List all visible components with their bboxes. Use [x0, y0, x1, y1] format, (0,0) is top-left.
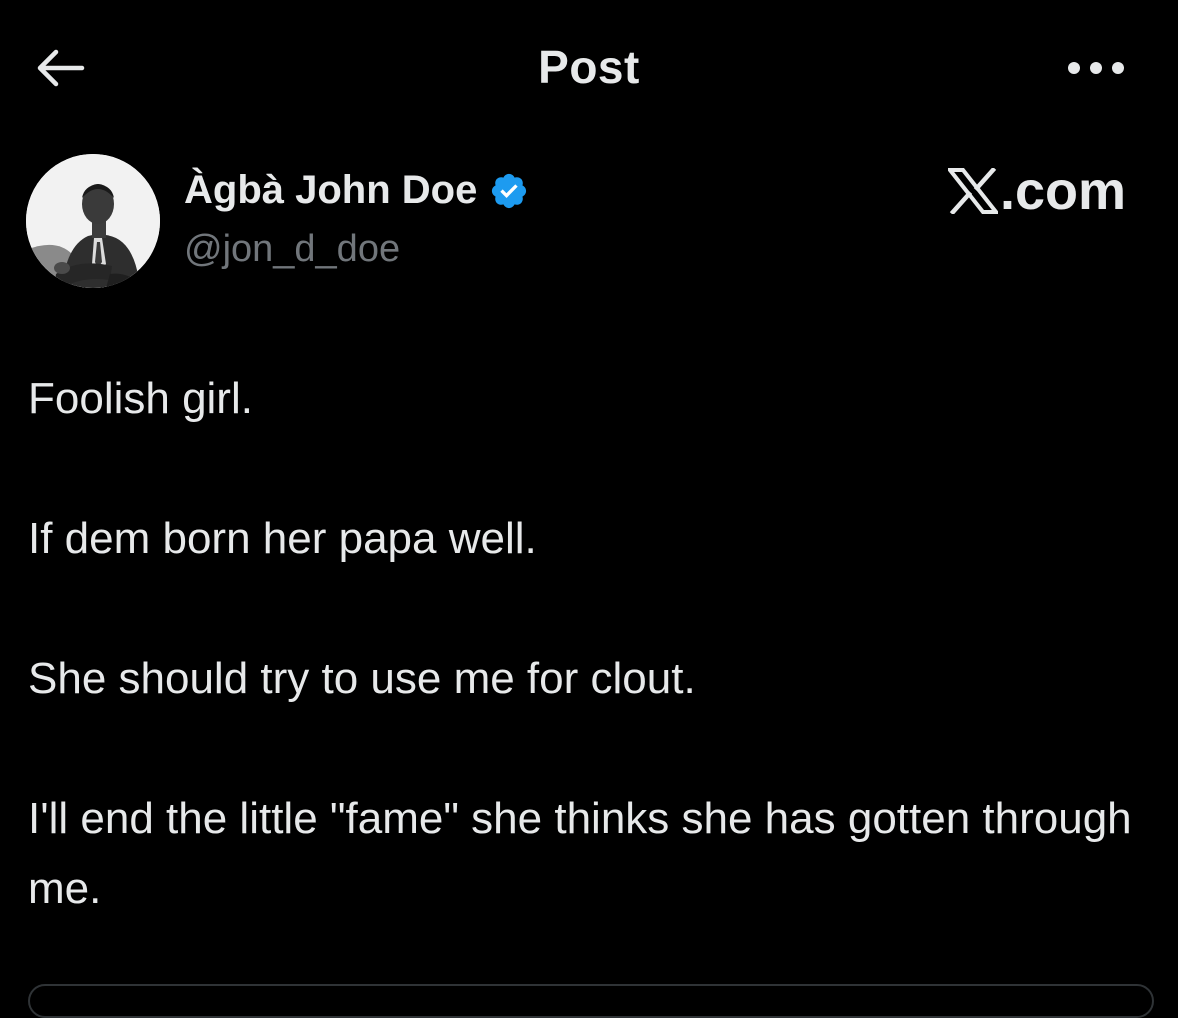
post-text: Foolish girl. If dem born her papa well.…: [28, 364, 1148, 924]
author-display-name: Àgbà John Doe: [184, 168, 478, 212]
embedded-content-card[interactable]: [28, 984, 1154, 1018]
author-name-row[interactable]: Àgbà John Doe: [184, 168, 529, 213]
more-options-button[interactable]: [1060, 46, 1132, 90]
x-watermark: .com: [947, 160, 1126, 222]
avatar[interactable]: [26, 154, 160, 288]
more-horizontal-icon: [1068, 62, 1124, 74]
post-paragraph: I'll end the little "fame" she thinks sh…: [28, 794, 1144, 913]
page-title: Post: [538, 41, 640, 93]
author-handle[interactable]: @jon_d_doe: [184, 228, 400, 271]
post-paragraph: If dem born her papa well.: [28, 514, 537, 563]
post-paragraph: Foolish girl.: [28, 374, 253, 423]
post-author: Àgbà John Doe @jon_d_doe .com: [26, 152, 1156, 292]
profile-photo: [26, 154, 160, 288]
post-paragraph: She should try to use me for clout.: [28, 654, 696, 703]
verified-badge-icon: [492, 173, 527, 208]
x-logo-icon: [947, 168, 998, 214]
watermark-text: .com: [999, 161, 1126, 221]
top-bar: Post: [0, 0, 1178, 136]
